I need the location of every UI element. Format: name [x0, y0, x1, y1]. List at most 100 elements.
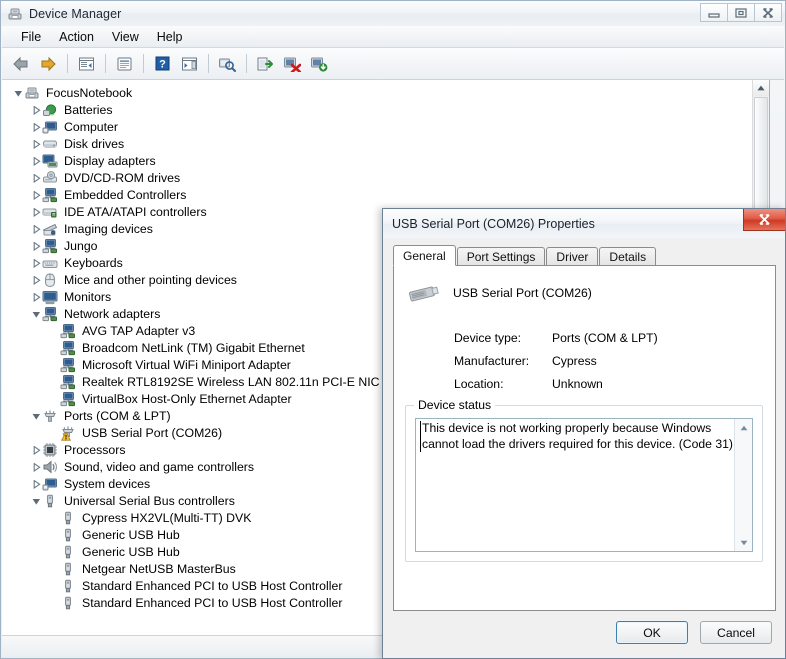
scroll-up-button[interactable] — [753, 80, 769, 96]
expand-collapse-icon[interactable] — [28, 271, 42, 288]
device-type-label: Device type: — [454, 330, 522, 345]
forward-button[interactable] — [35, 52, 61, 76]
location-label: Location: — [454, 376, 504, 391]
manufacturer-label: Manufacturer: — [454, 353, 530, 368]
tree-item-label: Computer — [64, 119, 118, 134]
toolbar: ? — [2, 48, 784, 80]
ok-button[interactable]: OK — [616, 621, 688, 644]
dialog-close-button[interactable] — [743, 209, 785, 231]
tree-item[interactable]: Disk drives — [2, 135, 753, 152]
window-titlebar: Device Manager — [1, 1, 785, 26]
dialog-title: USB Serial Port (COM26) Properties — [392, 216, 595, 231]
tree-item[interactable]: Display adapters — [2, 152, 753, 169]
tree-item-label: Imaging devices — [64, 221, 153, 236]
tree-item-label: VirtualBox Host-Only Ethernet Adapter — [82, 391, 292, 406]
tree-item[interactable]: DVD/CD-ROM drives — [2, 169, 753, 186]
usb-icon — [60, 510, 76, 526]
tree-item-label: Ports (COM & LPT) — [64, 408, 171, 423]
property-row: Device type: Ports (COM & LPT) — [454, 326, 763, 349]
expand-collapse-icon[interactable] — [28, 101, 42, 118]
keyboard-icon — [42, 255, 58, 271]
disable-device-button[interactable] — [279, 52, 305, 76]
expand-collapse-icon[interactable] — [28, 237, 42, 254]
tree-item-label: DVD/CD-ROM drives — [64, 170, 181, 185]
disk-drive-icon — [42, 136, 58, 152]
tree-item-label: Jungo — [64, 238, 98, 253]
tree-connector — [46, 577, 60, 594]
tree-connector — [46, 322, 60, 339]
expand-collapse-icon[interactable] — [28, 441, 42, 458]
show-hide-action-pane-button[interactable] — [176, 52, 202, 76]
expand-collapse-icon[interactable] — [28, 203, 42, 220]
device-status-legend: Device status — [414, 398, 496, 412]
tree-connector — [46, 356, 60, 373]
tree-item[interactable]: Embedded Controllers — [2, 186, 753, 203]
back-button[interactable] — [8, 52, 34, 76]
scan-for-hardware-changes-button[interactable] — [214, 52, 240, 76]
cancel-button[interactable]: Cancel — [700, 621, 772, 644]
expand-collapse-icon[interactable] — [28, 118, 42, 135]
expand-collapse-icon[interactable] — [28, 169, 42, 186]
window-title: Device Manager — [29, 6, 122, 21]
status-scroll-down-button[interactable] — [735, 534, 752, 551]
window-controls — [700, 3, 782, 22]
expand-collapse-icon[interactable] — [28, 305, 42, 322]
expand-collapse-icon[interactable] — [28, 492, 42, 509]
expand-collapse-icon[interactable] — [10, 84, 24, 101]
tab-general[interactable]: General — [393, 245, 456, 266]
device-type-value: Ports (COM & LPT) — [552, 330, 658, 345]
tree-item[interactable]: Computer — [2, 118, 753, 135]
mouse-icon — [42, 272, 58, 288]
tree-item[interactable]: FocusNotebook — [2, 84, 753, 101]
help-button[interactable]: ? — [149, 52, 175, 76]
menu-file[interactable]: File — [12, 28, 50, 46]
tree-item[interactable]: Batteries — [2, 101, 753, 118]
usb-icon — [60, 578, 76, 594]
tree-item-label: Processors — [64, 442, 126, 457]
expand-collapse-icon[interactable] — [28, 288, 42, 305]
uninstall-device-button[interactable] — [306, 52, 332, 76]
expand-collapse-icon[interactable] — [28, 152, 42, 169]
tree-item-label: Network adapters — [64, 306, 161, 321]
tree-item-label: Standard Enhanced PCI to USB Host Contro… — [82, 595, 343, 610]
network-device-icon — [60, 391, 76, 407]
processor-icon — [42, 442, 58, 458]
device-status-text: This device is not working properly beca… — [420, 421, 733, 452]
usb-icon — [60, 595, 76, 611]
menu-action[interactable]: Action — [50, 28, 103, 46]
tab-details[interactable]: Details — [599, 247, 657, 266]
device-status-textbox[interactable]: This device is not working properly beca… — [415, 418, 753, 552]
tree-connector — [46, 424, 60, 441]
screen: Device Manager File Action View Help ? F… — [0, 0, 786, 659]
minimize-button[interactable] — [700, 3, 728, 22]
update-driver-software-button[interactable] — [252, 52, 278, 76]
expand-collapse-icon[interactable] — [28, 220, 42, 237]
close-button[interactable] — [754, 3, 782, 22]
device-status-scrollbar[interactable] — [734, 419, 752, 551]
port-icon — [42, 408, 58, 424]
tab-port-settings[interactable]: Port Settings — [456, 247, 546, 266]
monitor-icon — [42, 289, 58, 305]
expand-collapse-icon[interactable] — [28, 135, 42, 152]
expand-collapse-icon[interactable] — [28, 186, 42, 203]
show-hide-console-tree-button[interactable] — [73, 52, 99, 76]
tree-connector — [46, 526, 60, 543]
expand-collapse-icon[interactable] — [28, 254, 42, 271]
restore-button[interactable] — [727, 3, 755, 22]
sound-icon — [42, 459, 58, 475]
status-scroll-up-button[interactable] — [735, 419, 752, 436]
properties-button[interactable] — [111, 52, 137, 76]
tab-driver[interactable]: Driver — [546, 247, 599, 266]
tree-item-label: Microsoft Virtual WiFi Miniport Adapter — [82, 357, 291, 372]
dialog-titlebar: USB Serial Port (COM26) Properties — [383, 209, 785, 238]
tree-connector — [46, 373, 60, 390]
usb-icon — [42, 493, 58, 509]
menu-help[interactable]: Help — [148, 28, 192, 46]
expand-collapse-icon[interactable] — [28, 458, 42, 475]
menu-view[interactable]: View — [103, 28, 148, 46]
expand-collapse-icon[interactable] — [28, 407, 42, 424]
toolbar-separator — [67, 54, 68, 73]
expand-collapse-icon[interactable] — [28, 475, 42, 492]
device-manager-icon — [7, 6, 23, 22]
location-value: Unknown — [552, 376, 603, 391]
